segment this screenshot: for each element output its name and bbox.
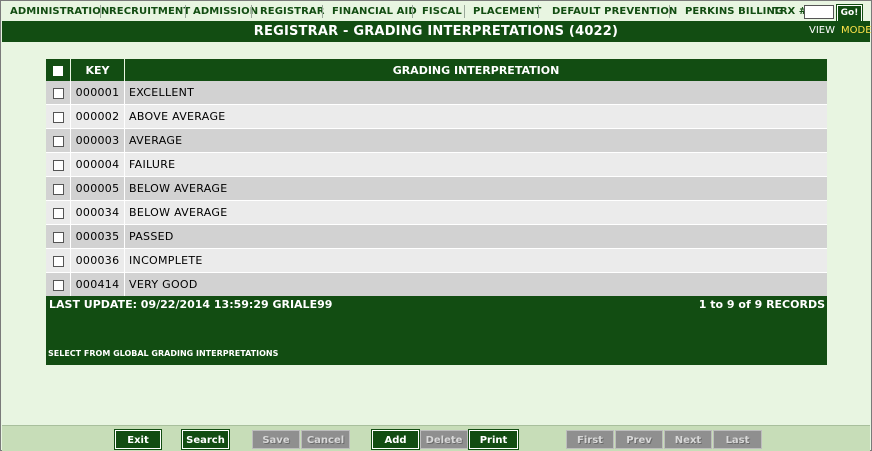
row-checkbox[interactable] xyxy=(52,207,64,219)
row-select-cell xyxy=(46,272,71,297)
description-cell[interactable]: PASSED xyxy=(124,224,827,249)
row-select-cell xyxy=(46,248,71,273)
description-cell[interactable]: AVERAGE xyxy=(124,128,827,153)
key-cell[interactable]: 000004 xyxy=(70,152,125,177)
description-cell[interactable]: ABOVE AVERAGE xyxy=(124,104,827,129)
table-row[interactable]: 000034 BELOW AVERAGE xyxy=(46,200,827,225)
menu-placement[interactable]: PLACEMENT xyxy=(473,6,541,17)
menu-divider xyxy=(464,5,465,18)
row-select-cell xyxy=(46,128,71,153)
row-select-cell xyxy=(46,200,71,225)
row-select-cell xyxy=(46,224,71,249)
description-cell[interactable]: BELOW AVERAGE xyxy=(124,176,827,201)
select-all-checkbox[interactable] xyxy=(53,65,63,76)
key-cell[interactable]: 000414 xyxy=(70,272,125,297)
app-window: ADMINISTRATION RECRUITMENT ADMISSION REG… xyxy=(0,0,872,451)
row-select-cell xyxy=(46,176,71,201)
table-row[interactable]: 000414 VERY GOOD xyxy=(46,272,827,297)
status-panel: LAST UPDATE: 09/22/2014 13:59:29 GRIALE9… xyxy=(46,296,827,365)
mode-link[interactable]: MODE xyxy=(841,25,872,36)
row-checkbox[interactable] xyxy=(52,231,64,243)
key-cell[interactable]: 000001 xyxy=(70,81,125,105)
description-cell[interactable]: EXCELLENT xyxy=(124,81,827,105)
table-row[interactable]: 000005 BELOW AVERAGE xyxy=(46,176,827,201)
row-checkbox[interactable] xyxy=(52,87,64,99)
table-row[interactable]: 000004 FAILURE xyxy=(46,152,827,177)
last-update-text: LAST UPDATE: 09/22/2014 13:59:29 GRIALE9… xyxy=(49,298,333,311)
row-checkbox[interactable] xyxy=(52,279,64,291)
title-bar: REGISTRAR - GRADING INTERPRETATIONS (402… xyxy=(2,21,872,42)
menu-divider xyxy=(538,5,539,18)
column-header-key[interactable]: KEY xyxy=(70,59,125,81)
menu-divider xyxy=(322,5,323,18)
column-header-grading-interpretation[interactable]: GRADING INTERPRETATION xyxy=(124,59,827,81)
cancel-button[interactable]: Cancel xyxy=(301,430,350,449)
table-header-row: KEY GRADING INTERPRETATION xyxy=(46,59,827,81)
exit-button[interactable]: Exit xyxy=(115,430,161,449)
menu-financial-aid[interactable]: FINANCIAL AID xyxy=(332,6,417,17)
menu-divider xyxy=(100,5,101,18)
menu-registrar[interactable]: REGISTRAR xyxy=(260,6,325,17)
description-cell[interactable]: FAILURE xyxy=(124,152,827,177)
key-cell[interactable]: 000005 xyxy=(70,176,125,201)
row-checkbox[interactable] xyxy=(52,255,64,267)
key-cell[interactable]: 000036 xyxy=(70,248,125,273)
menu-admission[interactable]: ADMISSION xyxy=(193,6,258,17)
menu-default-prevention[interactable]: DEFAULT PREVENTION xyxy=(552,6,677,17)
page-title: REGISTRAR - GRADING INTERPRETATIONS (402… xyxy=(253,24,619,39)
table-row[interactable]: 000001 EXCELLENT xyxy=(46,81,827,105)
row-checkbox[interactable] xyxy=(52,135,64,147)
last-button[interactable]: Last xyxy=(713,430,762,449)
record-count: 1 to 9 of 9 RECORDS xyxy=(698,298,825,311)
prev-button[interactable]: Prev xyxy=(615,430,663,449)
print-button[interactable]: Print xyxy=(469,430,518,449)
row-select-cell xyxy=(46,104,71,129)
key-cell[interactable]: 000035 xyxy=(70,224,125,249)
key-cell[interactable]: 000002 xyxy=(70,104,125,129)
add-button[interactable]: Add xyxy=(372,430,419,449)
first-button[interactable]: First xyxy=(566,430,614,449)
top-menu: ADMINISTRATION RECRUITMENT ADMISSION REG… xyxy=(2,2,870,22)
go-button[interactable]: Go! xyxy=(837,5,862,22)
global-note: SELECT FROM GLOBAL GRADING INTERPRETATIO… xyxy=(48,349,279,358)
table-row[interactable]: 000035 PASSED xyxy=(46,224,827,249)
menu-divider xyxy=(251,5,252,18)
grading-table: KEY GRADING INTERPRETATION 000001 EXCELL… xyxy=(46,59,827,297)
action-bar: Exit Search Save Cancel Add Delete Print… xyxy=(2,425,870,451)
trx-input[interactable] xyxy=(804,5,834,19)
menu-recruitment[interactable]: RECRUITMENT xyxy=(109,6,190,17)
next-button[interactable]: Next xyxy=(664,430,712,449)
description-cell[interactable]: BELOW AVERAGE xyxy=(124,200,827,225)
description-cell[interactable]: INCOMPLETE xyxy=(124,248,827,273)
description-cell[interactable]: VERY GOOD xyxy=(124,272,827,297)
save-button[interactable]: Save xyxy=(252,430,300,449)
select-all-header xyxy=(46,59,71,81)
key-cell[interactable]: 000034 xyxy=(70,200,125,225)
menu-administration[interactable]: ADMINISTRATION xyxy=(10,6,109,17)
delete-button[interactable]: Delete xyxy=(420,430,468,449)
view-link[interactable]: VIEW xyxy=(809,25,835,36)
menu-perkins-billing[interactable]: PERKINS BILLING xyxy=(685,6,783,17)
menu-fiscal[interactable]: FISCAL xyxy=(422,6,462,17)
row-checkbox[interactable] xyxy=(52,111,64,123)
menu-divider xyxy=(412,5,413,18)
search-button[interactable]: Search xyxy=(182,430,229,449)
menu-divider xyxy=(185,5,186,18)
table-row[interactable]: 000003 AVERAGE xyxy=(46,128,827,153)
row-checkbox[interactable] xyxy=(52,159,64,171)
table-row[interactable]: 000036 INCOMPLETE xyxy=(46,248,827,273)
row-checkbox[interactable] xyxy=(52,183,64,195)
key-cell[interactable]: 000003 xyxy=(70,128,125,153)
row-select-cell xyxy=(46,152,71,177)
row-select-cell xyxy=(46,81,71,105)
table-row[interactable]: 000002 ABOVE AVERAGE xyxy=(46,104,827,129)
menu-divider xyxy=(669,5,670,18)
